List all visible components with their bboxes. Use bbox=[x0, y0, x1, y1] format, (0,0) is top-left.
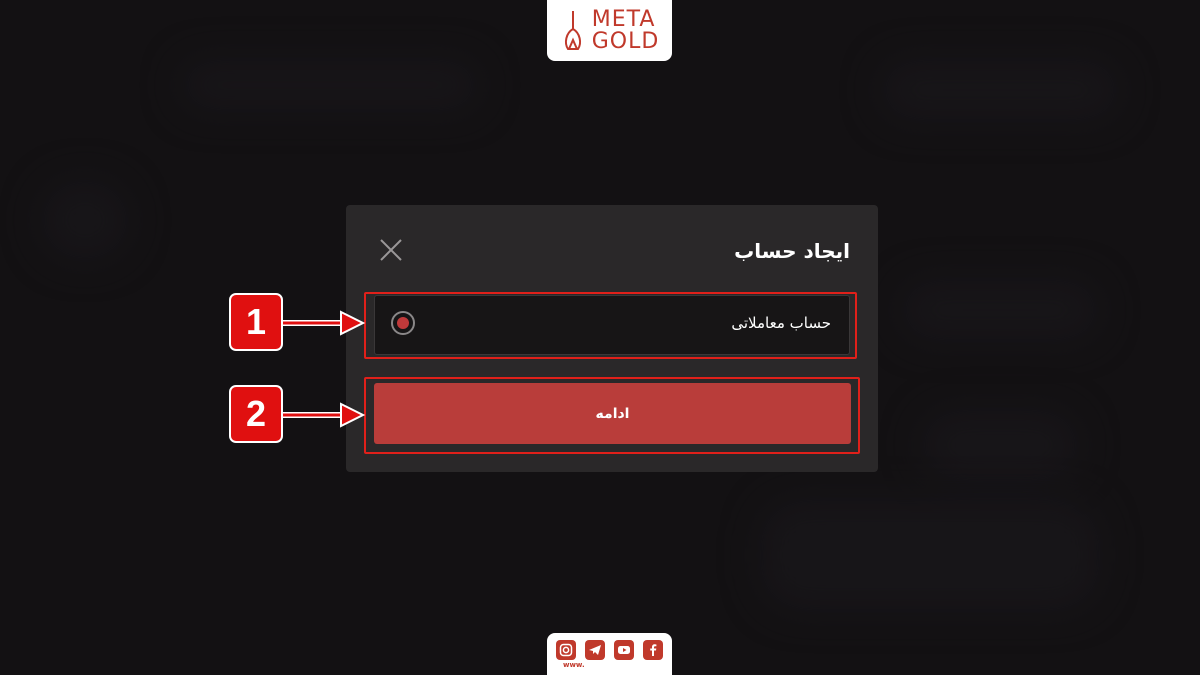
step-badge-2: 2 bbox=[229, 385, 283, 443]
telegram-icon[interactable] bbox=[585, 640, 605, 660]
arrow-right-icon bbox=[283, 310, 365, 336]
step-badge-1: 1 bbox=[229, 293, 283, 351]
youtube-icon[interactable] bbox=[614, 640, 634, 660]
logo-text-line2: GOLD bbox=[591, 28, 660, 54]
modal-title: ایجاد حساب bbox=[734, 239, 850, 263]
close-icon[interactable] bbox=[378, 237, 404, 263]
highlight-box-continue bbox=[364, 377, 860, 454]
logo-text-line1: META bbox=[591, 6, 656, 32]
website-url[interactable]: www. bbox=[563, 661, 585, 669]
instagram-icon[interactable] bbox=[556, 640, 576, 660]
social-links-bar: www. bbox=[547, 633, 672, 675]
logo-icon bbox=[564, 10, 581, 50]
highlight-box-option bbox=[364, 292, 857, 359]
metagold-logo: META GOLD bbox=[547, 0, 672, 61]
facebook-icon[interactable] bbox=[643, 640, 663, 660]
arrow-right-icon bbox=[283, 402, 365, 428]
